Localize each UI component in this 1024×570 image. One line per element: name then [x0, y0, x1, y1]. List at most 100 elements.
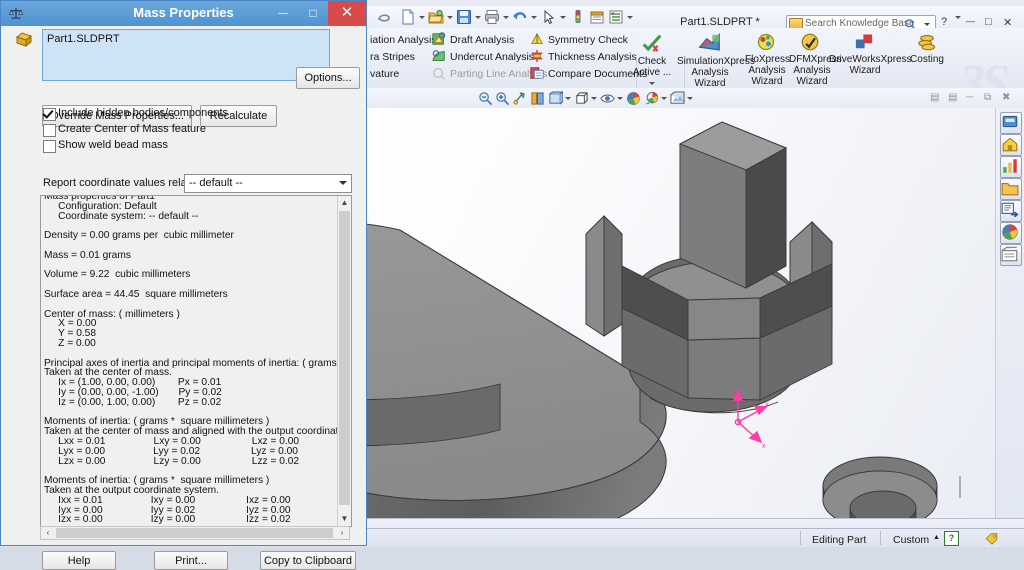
- scroll-down-arrow-icon[interactable]: ▼: [338, 512, 351, 526]
- selected-documents-list[interactable]: Part1.SLDPRT: [42, 29, 330, 81]
- scroll-left-arrow-icon[interactable]: ‹: [41, 527, 55, 539]
- doc-minimize-icon[interactable]: ─: [966, 92, 973, 103]
- options-dropdown-icon[interactable]: [627, 16, 633, 19]
- print-button[interactable]: Print...: [154, 551, 228, 570]
- task-pane-search-folder[interactable]: [1000, 178, 1022, 200]
- task-pane-custom-properties[interactable]: [1000, 244, 1022, 266]
- dialog-maximize-button[interactable]: □: [298, 1, 328, 26]
- ribbon-simulationxpress-label[interactable]: SimulationXpress Analysis Wizard: [677, 56, 755, 89]
- include-hidden-bodies-label[interactable]: Include hidden bodies/components: [58, 107, 228, 119]
- open-dropdown-icon[interactable]: [447, 16, 453, 19]
- next-view-icon[interactable]: ▤: [948, 92, 957, 103]
- doc-close-icon[interactable]: ✖: [1002, 92, 1010, 103]
- hide-show-items-icon[interactable]: [600, 91, 615, 106]
- dialog-title-bar[interactable]: Mass Properties — □ ✕: [1, 1, 366, 26]
- edit-appearance-icon[interactable]: [626, 91, 641, 106]
- undo-dropdown-icon[interactable]: [531, 16, 537, 19]
- status-units[interactable]: Custom: [893, 534, 929, 546]
- task-pane-file-explorer[interactable]: [1000, 156, 1022, 178]
- section-view-icon[interactable]: [530, 91, 545, 106]
- select-dropdown-icon[interactable]: [560, 16, 566, 19]
- options-button[interactable]: Options...: [296, 67, 360, 89]
- apply-scene-icon[interactable]: [644, 91, 659, 106]
- app-restore-button[interactable]: □: [985, 16, 992, 28]
- select-arrow-icon[interactable]: [541, 9, 557, 25]
- help-button[interactable]: ?: [941, 16, 947, 28]
- print-dropdown-icon[interactable]: [503, 16, 509, 19]
- floxpress-icon[interactable]: [756, 32, 776, 52]
- status-help-badge[interactable]: ?: [944, 531, 959, 546]
- dfmxpress-icon[interactable]: [800, 32, 820, 52]
- zoom-to-area-icon[interactable]: [495, 91, 510, 106]
- previous-view-icon[interactable]: ▤: [930, 92, 939, 103]
- chevron-down-icon[interactable]: [339, 181, 347, 185]
- coordinate-system-select[interactable]: -- default --: [184, 174, 352, 193]
- save-dropdown-icon[interactable]: [475, 16, 481, 19]
- vertical-scroll-thumb[interactable]: [339, 211, 350, 505]
- zoom-to-fit-icon[interactable]: [478, 91, 493, 106]
- create-center-of-mass-label[interactable]: Create Center of Mass feature: [58, 123, 206, 135]
- task-pane-design-library[interactable]: [1000, 134, 1022, 156]
- app-minimize-button[interactable]: —: [966, 16, 975, 26]
- dialog-minimize-button[interactable]: —: [268, 1, 298, 26]
- draft-analysis-icon[interactable]: [432, 32, 446, 46]
- print-icon[interactable]: [484, 9, 500, 25]
- ribbon-driveworksxpress-label[interactable]: DriveWorksXpress Wizard: [829, 54, 912, 76]
- driveworksxpress-icon[interactable]: [854, 32, 874, 52]
- ribbon-item-draft-analysis[interactable]: Draft Analysis: [450, 33, 514, 48]
- symmetry-check-icon[interactable]: [530, 32, 544, 46]
- options-icon[interactable]: [608, 9, 624, 25]
- ribbon-item-undercut-analysis[interactable]: Undercut Analysis: [450, 50, 534, 65]
- ribbon-check-active-label[interactable]: Check Active ...: [626, 56, 678, 78]
- simulationxpress-icon[interactable]: [698, 32, 721, 54]
- results-vertical-scrollbar[interactable]: ▲ ▼: [337, 196, 351, 526]
- help-button[interactable]: Help: [42, 551, 116, 570]
- show-weld-bead-mass-checkbox[interactable]: [43, 140, 56, 153]
- mass-properties-dialog[interactable]: Mass Properties — □ ✕ Part1.SLDPRT Optio…: [0, 0, 367, 570]
- scroll-up-arrow-icon[interactable]: ▲: [338, 196, 351, 210]
- scroll-right-arrow-icon[interactable]: ›: [335, 527, 349, 539]
- ribbon-item-thickness-analysis[interactable]: Thickness Analysis: [548, 50, 637, 65]
- display-style-dropdown-icon[interactable]: [591, 97, 597, 100]
- ribbon-item-zebra-stripes[interactable]: ra Stripes: [370, 50, 415, 65]
- undo-icon[interactable]: [512, 9, 528, 25]
- task-pane-solidworks-resources[interactable]: [1000, 112, 1022, 134]
- ribbon-item-curvature[interactable]: vature: [370, 67, 399, 82]
- open-icon[interactable]: [428, 9, 444, 25]
- costing-icon[interactable]: [917, 32, 937, 52]
- thickness-analysis-icon[interactable]: [530, 49, 544, 63]
- save-icon[interactable]: [456, 9, 472, 25]
- task-pane-appearances-scenes[interactable]: [1000, 222, 1022, 244]
- view-orientation-icon[interactable]: [548, 91, 563, 106]
- view-settings-icon[interactable]: [670, 91, 685, 106]
- view-orientation-dropdown-icon[interactable]: [565, 97, 571, 100]
- results-text-area[interactable]: Mass properties of Part1 Configuration: …: [40, 195, 352, 527]
- zoom-in-out-icon[interactable]: [512, 91, 527, 106]
- tag-icon[interactable]: [985, 532, 999, 545]
- horizontal-scroll-thumb[interactable]: [56, 528, 333, 538]
- file-properties-icon[interactable]: [589, 9, 605, 25]
- swoosh-logo-icon[interactable]: [376, 9, 392, 25]
- new-document-dropdown-icon[interactable]: [419, 16, 425, 19]
- view-settings-dropdown-icon[interactable]: [687, 97, 693, 100]
- include-hidden-bodies-checkbox[interactable]: [43, 108, 56, 121]
- help-dropdown-icon[interactable]: [955, 16, 961, 19]
- list-item[interactable]: Part1.SLDPRT: [47, 33, 120, 45]
- status-units-arrow[interactable]: ▲: [933, 534, 940, 541]
- task-pane-view-palette[interactable]: [1000, 200, 1022, 222]
- compare-documents-icon[interactable]: [530, 66, 544, 80]
- search-dropdown-icon[interactable]: [924, 23, 930, 26]
- new-document-icon[interactable]: [400, 9, 416, 25]
- check-active-icon[interactable]: [641, 32, 663, 54]
- create-center-of-mass-checkbox[interactable]: [43, 124, 56, 137]
- rebuild-traffic-light-icon[interactable]: [570, 9, 586, 25]
- hide-show-dropdown-icon[interactable]: [617, 97, 623, 100]
- show-weld-bead-mass-label[interactable]: Show weld bead mass: [58, 139, 168, 151]
- check-active-dropdown-icon[interactable]: [649, 82, 655, 85]
- dialog-close-button[interactable]: ✕: [328, 1, 366, 26]
- undercut-analysis-icon[interactable]: [432, 49, 446, 63]
- apply-scene-dropdown-icon[interactable]: [661, 97, 667, 100]
- display-style-icon[interactable]: [574, 91, 589, 106]
- ribbon-item-symmetry-check[interactable]: Symmetry Check: [548, 33, 628, 48]
- ribbon-costing-label[interactable]: Costing: [905, 54, 949, 65]
